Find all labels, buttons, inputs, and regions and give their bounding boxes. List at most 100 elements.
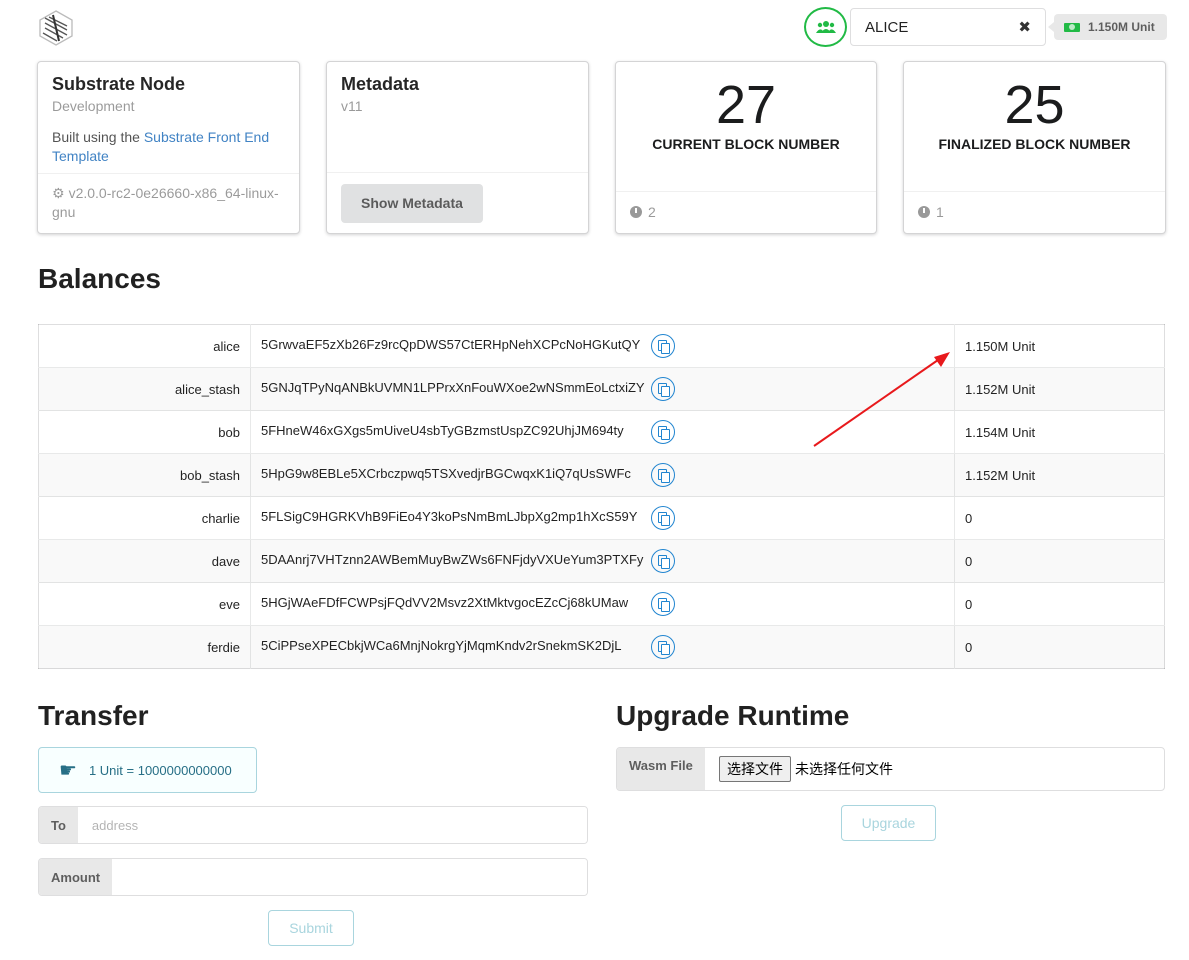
account-balance: 1.152M Unit: [954, 367, 1165, 411]
finalized-block-timer-text: 1: [936, 204, 944, 220]
account-address: 5FLSigC9HGRKVhB9FiEo4Y3koPsNmBmLJbpXg2mp…: [261, 509, 638, 525]
node-version-text: v2.0.0-rc2-0e26660-x86_64-linux-gnu: [52, 185, 279, 220]
node-description-prefix: Built using the: [52, 128, 144, 145]
copy-icon[interactable]: [651, 506, 675, 530]
account-name: ferdie: [38, 625, 251, 669]
choose-file-button[interactable]: 选择文件: [719, 756, 791, 782]
current-block-value: 27: [715, 75, 777, 135]
account-selector[interactable]: ALICE ✖: [850, 8, 1046, 46]
amount-input[interactable]: [112, 859, 587, 895]
copy-icon[interactable]: [651, 334, 675, 358]
node-version: ⚙ v2.0.0-rc2-0e26660-x86_64-linux-gnu: [38, 173, 299, 233]
table-row: alice_stash 5GNJqTPyNqANBkUVMN1LPPrxXnFo…: [38, 367, 1165, 411]
users-icon: [815, 21, 836, 33]
account-balance-text: 1.150M Unit: [1088, 20, 1155, 34]
current-block-timer: 2: [616, 191, 876, 233]
to-address-input[interactable]: [77, 807, 587, 843]
balances-table: alice 5GrwvaEF5zXb26Fz9rcQpDWS57CtERHpNe…: [38, 324, 1165, 669]
table-row: eve 5HGjWAeFDfFCWPsjFQdVV2Msvz2XtMktvgoc…: [38, 582, 1165, 626]
account-name: bob: [38, 410, 251, 454]
to-field: To: [38, 806, 588, 844]
finalized-block-timer: 1: [904, 191, 1165, 233]
table-row: bob 5FHneW46xGXgs5mUiveU4sbTyGBzmstUspZC…: [38, 410, 1165, 454]
node-meta: Development: [52, 97, 135, 114]
account-name: eve: [38, 582, 251, 626]
node-info-card: Substrate Node Development Built using t…: [37, 61, 300, 234]
account-address-cell: 5GNJqTPyNqANBkUVMN1LPPrxXnFouWXoe2wNSmmE…: [250, 367, 955, 411]
account-address: 5CiPPseXPECbkjWCa6MnjNokrgYjMqmKndv2rSne…: [261, 638, 622, 654]
copy-icon[interactable]: [651, 549, 675, 573]
copy-icon[interactable]: [651, 635, 675, 659]
account-name: charlie: [38, 496, 251, 540]
account-address-cell: 5FHneW46xGXgs5mUiveU4sbTyGBzmstUspZC92Uh…: [250, 410, 955, 454]
no-file-text: 未选择任何文件: [795, 761, 893, 777]
node-title: Substrate Node: [52, 74, 186, 94]
table-row: bob_stash 5HpG9w8EBLe5XCrbczpwq5TSXvedjr…: [38, 453, 1165, 497]
account-address: 5FHneW46xGXgs5mUiveU4sbTyGBzmstUspZC92Uh…: [261, 423, 624, 439]
account-balance: 0: [954, 539, 1165, 583]
upgrade-button[interactable]: Upgrade: [841, 805, 936, 841]
current-block-timer-text: 2: [648, 204, 656, 220]
gear-icon: ⚙: [52, 185, 65, 201]
file-picker: 选择文件 未选择任何文件: [705, 748, 893, 790]
clear-icon[interactable]: ✖: [1018, 18, 1031, 36]
account-balance: 0: [954, 496, 1165, 540]
wasm-file-field: Wasm File 选择文件 未选择任何文件: [616, 747, 1165, 791]
substrate-logo: [37, 9, 75, 47]
account-address: 5HGjWAeFDfFCWPsjFQdVV2Msvz2XtMktvgocEZcC…: [261, 595, 629, 611]
account-balance: 1.150M Unit: [965, 338, 1036, 354]
copy-icon[interactable]: [651, 463, 675, 487]
balances-title: Balances: [38, 263, 161, 294]
account-address-cell: 5CiPPseXPECbkjWCa6MnjNokrgYjMqmKndv2rSne…: [250, 625, 955, 669]
unit-info-message: ☛ 1 Unit = 1000000000000: [38, 747, 257, 793]
amount-field: Amount: [38, 858, 588, 896]
finalized-block-card: 25 FINALIZED BLOCK NUMBER 1: [903, 61, 1166, 234]
account-name: bob_stash: [38, 453, 251, 497]
accounts-icon-button[interactable]: [804, 7, 847, 47]
account-address-cell: 5HpG9w8EBLe5XCrbczpwq5TSXvedjrBGCwqxK1iQ…: [250, 453, 955, 497]
account-balance: 0: [954, 582, 1165, 626]
unit-info-text: 1 Unit = 1000000000000: [88, 762, 232, 778]
account-balance: 1.152M Unit: [954, 453, 1165, 497]
current-block-card: 27 CURRENT BLOCK NUMBER 2: [615, 61, 877, 234]
show-metadata-button[interactable]: Show Metadata: [341, 184, 483, 223]
table-row: dave 5DAAnrj7VHTznn2AWBemMuyBwZWs6FNFjdy…: [38, 539, 1165, 583]
money-icon: [1064, 22, 1080, 32]
account-name: alice: [38, 324, 251, 368]
metadata-version: v11: [341, 97, 363, 114]
node-description: Built using the Substrate Front End Temp…: [52, 128, 285, 166]
to-label: To: [39, 807, 78, 843]
metadata-title: Metadata: [341, 74, 420, 94]
account-balance-badge: 1.150M Unit: [1048, 14, 1167, 40]
account-address-cell: 5GrwvaEF5zXb26Fz9rcQpDWS57CtERHpNehXCPcN…: [250, 324, 955, 368]
clock-icon: [918, 206, 930, 218]
account-address-cell: 5DAAnrj7VHTznn2AWBemMuyBwZWs6FNFjdyVXUeY…: [250, 539, 955, 583]
upgrade-title: Upgrade Runtime: [616, 700, 850, 731]
copy-icon[interactable]: [651, 592, 675, 616]
table-row: ferdie 5CiPPseXPECbkjWCa6MnjNokrgYjMqmKn…: [38, 625, 1165, 669]
account-address: 5HpG9w8EBLe5XCrbczpwq5TSXvedjrBGCwqxK1iQ…: [261, 466, 631, 482]
submit-button[interactable]: Submit: [268, 910, 354, 946]
pointing-hand-icon: ☛: [59, 759, 77, 782]
account-name: alice_stash: [38, 367, 251, 411]
metadata-card: Metadata v11 Show Metadata: [326, 61, 589, 234]
finalized-block-value: 25: [1004, 75, 1065, 135]
account-address-cell: 5FLSigC9HGRKVhB9FiEo4Y3koPsNmBmLJbpXg2mp…: [250, 496, 955, 540]
account-selected-text: ALICE: [865, 18, 909, 36]
wasm-file-label: Wasm File: [617, 748, 705, 790]
account-name: dave: [38, 539, 251, 583]
account-address: 5GrwvaEF5zXb26Fz9rcQpDWS57CtERHpNehXCPcN…: [261, 337, 641, 353]
account-balance: 0: [954, 625, 1165, 669]
transfer-title: Transfer: [38, 700, 149, 731]
amount-label: Amount: [39, 859, 113, 895]
copy-icon[interactable]: [651, 377, 675, 401]
current-block-label: CURRENT BLOCK NUMBER: [652, 136, 840, 152]
finalized-block-label: FINALIZED BLOCK NUMBER: [938, 136, 1131, 152]
account-balance: 1.154M Unit: [954, 410, 1165, 454]
table-row: alice 5GrwvaEF5zXb26Fz9rcQpDWS57CtERHpNe…: [38, 324, 1165, 368]
account-address-cell: 5HGjWAeFDfFCWPsjFQdVV2Msvz2XtMktvgocEZcC…: [250, 582, 955, 626]
table-row: charlie 5FLSigC9HGRKVhB9FiEo4Y3koPsNmBmL…: [38, 496, 1165, 540]
account-address: 5GNJqTPyNqANBkUVMN1LPPrxXnFouWXoe2wNSmmE…: [261, 380, 645, 396]
copy-icon[interactable]: [651, 420, 675, 444]
clock-icon: [630, 206, 642, 218]
